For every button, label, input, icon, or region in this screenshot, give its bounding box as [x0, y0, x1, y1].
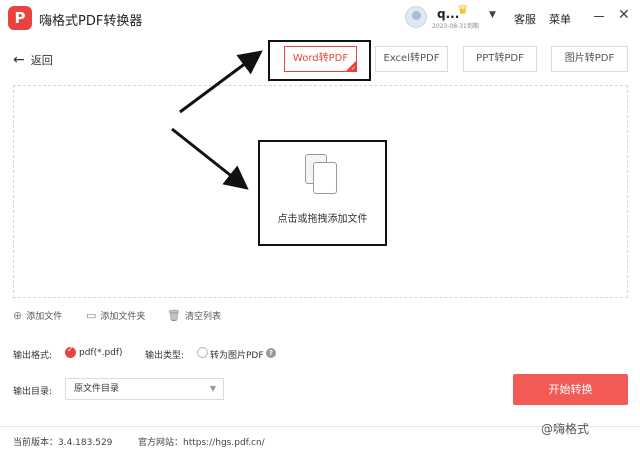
tab-ppt-to-pdf[interactable]: PPT转PDF	[463, 46, 537, 72]
tab-excel-to-pdf[interactable]: Excel转PDF	[375, 46, 448, 72]
user-dropdown-icon[interactable]: ▼	[489, 10, 496, 20]
back-label: 返回	[30, 54, 53, 67]
add-folder-button[interactable]: ▭ 添加文件夹	[86, 309, 145, 322]
tab-label: 图片转PDF	[564, 53, 615, 64]
image-pdf-radio[interactable]	[197, 347, 208, 358]
add-file-button[interactable]: ⊕ 添加文件	[13, 309, 62, 322]
user-name[interactable]: q...	[437, 7, 459, 21]
customer-service-link[interactable]: 客服	[514, 11, 536, 27]
plus-circle-icon: ⊕	[13, 309, 23, 322]
chevron-down-icon: ▼	[209, 384, 216, 393]
output-dir-label: 输出目录:	[13, 387, 53, 397]
output-dir-select[interactable]: 原文件目录 ▼	[65, 378, 224, 400]
tab-label: Excel转PDF	[383, 53, 440, 64]
app-title: 嗨格式PDF转换器	[39, 14, 143, 29]
start-convert-button[interactable]: 开始转换	[513, 374, 628, 405]
version-text: 当前版本：3.4.183.529	[13, 438, 113, 448]
annotation-frame-tab	[268, 40, 371, 81]
folder-icon: ▭	[86, 309, 97, 322]
title-bar: P 嗨格式PDF转换器 q... ♛ 2023-08-31到期 ▼ 客服 菜单 …	[0, 0, 640, 38]
add-file-label: 添加文件	[26, 312, 63, 322]
format-pdf-radio[interactable]	[65, 345, 76, 358]
add-folder-label: 添加文件夹	[100, 312, 146, 322]
trash-icon: 🗑	[167, 309, 181, 322]
output-dir-value: 原文件目录	[74, 384, 120, 394]
tab-label: PPT转PDF	[476, 53, 524, 64]
crown-icon: ♛	[457, 3, 469, 18]
close-icon[interactable]: ✕	[618, 7, 630, 23]
back-button[interactable]: ← 返回	[13, 52, 53, 68]
app-logo-icon: P	[8, 6, 32, 30]
menu-link[interactable]: 菜单	[549, 11, 571, 27]
help-icon[interactable]: ?	[266, 348, 276, 358]
clear-list-label: 清空列表	[184, 312, 221, 322]
output-format-label: 输出格式:	[13, 351, 53, 361]
add-file-drop-target[interactable]: 点击或拖拽添加文件	[258, 140, 387, 246]
drop-hint: 点击或拖拽添加文件	[277, 214, 368, 225]
image-pdf-option[interactable]: 转为图片PDF	[210, 348, 264, 361]
membership-expiry: 2023-08-31到期	[432, 23, 479, 30]
format-pdf-option[interactable]: pdf(*.pdf)	[79, 348, 123, 358]
files-icon	[305, 154, 341, 198]
user-avatar[interactable]	[405, 6, 427, 28]
arrow-left-icon: ←	[13, 52, 25, 68]
output-type-label: 输出类型:	[145, 351, 185, 361]
clear-list-button[interactable]: 🗑 清空列表	[167, 309, 221, 322]
watermark: @嗨格式	[541, 422, 590, 436]
tab-image-to-pdf[interactable]: 图片转PDF	[551, 46, 628, 72]
website-text[interactable]: 官方网站：https://hgs.pdf.cn/	[138, 435, 265, 448]
minimize-icon[interactable]	[594, 16, 604, 17]
